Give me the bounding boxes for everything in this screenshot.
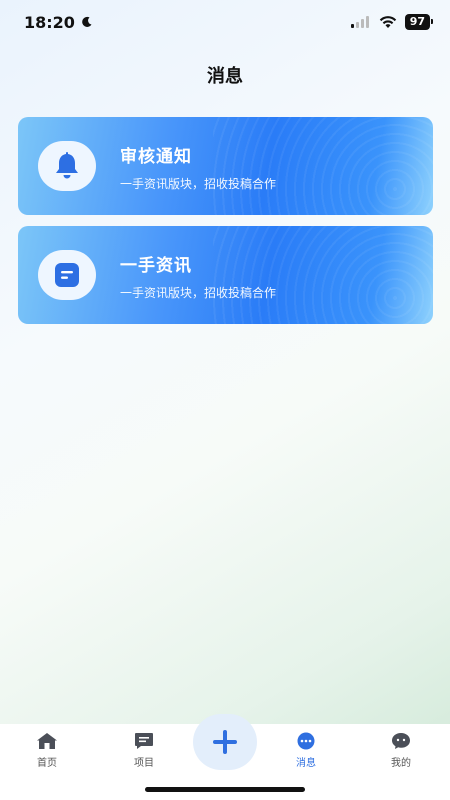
profile-icon xyxy=(392,733,410,749)
card-review-notice[interactable]: 审核通知 一手资讯版块，招收投稿合作 xyxy=(18,117,433,215)
wifi-icon xyxy=(379,15,396,28)
home-icon xyxy=(37,733,57,749)
status-time: 18:20 xyxy=(24,13,93,32)
card-icon-wrap xyxy=(38,250,96,300)
tab-label: 首页 xyxy=(37,758,57,769)
tab-home[interactable]: 首页 xyxy=(12,732,82,769)
card-title: 审核通知 xyxy=(120,147,192,167)
card-first-hand-news[interactable]: 一手资讯 一手资讯版块，招收投稿合作 xyxy=(18,226,433,324)
card-description: 一手资讯版块，招收投稿合作 xyxy=(120,286,277,300)
message-icon xyxy=(55,263,79,287)
status-bar: 18:20 97 xyxy=(0,0,450,44)
chat-icon xyxy=(297,732,315,750)
card-title: 一手资讯 xyxy=(120,256,192,276)
battery-indicator: 97 xyxy=(404,14,434,30)
signal-icon xyxy=(350,16,369,28)
tab-message[interactable]: 消息 xyxy=(271,732,341,769)
tab-project[interactable]: 项目 xyxy=(109,732,179,769)
project-icon xyxy=(135,733,153,749)
moon-icon xyxy=(82,16,92,27)
card-icon-wrap xyxy=(38,141,96,191)
home-indicator xyxy=(145,787,305,792)
plus-icon xyxy=(213,730,237,754)
tab-label: 项目 xyxy=(134,758,154,769)
tab-mine[interactable]: 我的 xyxy=(366,732,436,769)
card-description: 一手资讯版块，招收投稿合作 xyxy=(120,177,277,191)
tab-label: 我的 xyxy=(391,758,411,769)
tab-label: 消息 xyxy=(296,758,316,769)
page-title: 消息 xyxy=(207,66,243,87)
status-icons: 97 xyxy=(350,14,434,30)
time-text: 18:20 xyxy=(24,12,75,32)
bell-icon xyxy=(56,152,78,179)
add-button[interactable] xyxy=(193,714,257,770)
